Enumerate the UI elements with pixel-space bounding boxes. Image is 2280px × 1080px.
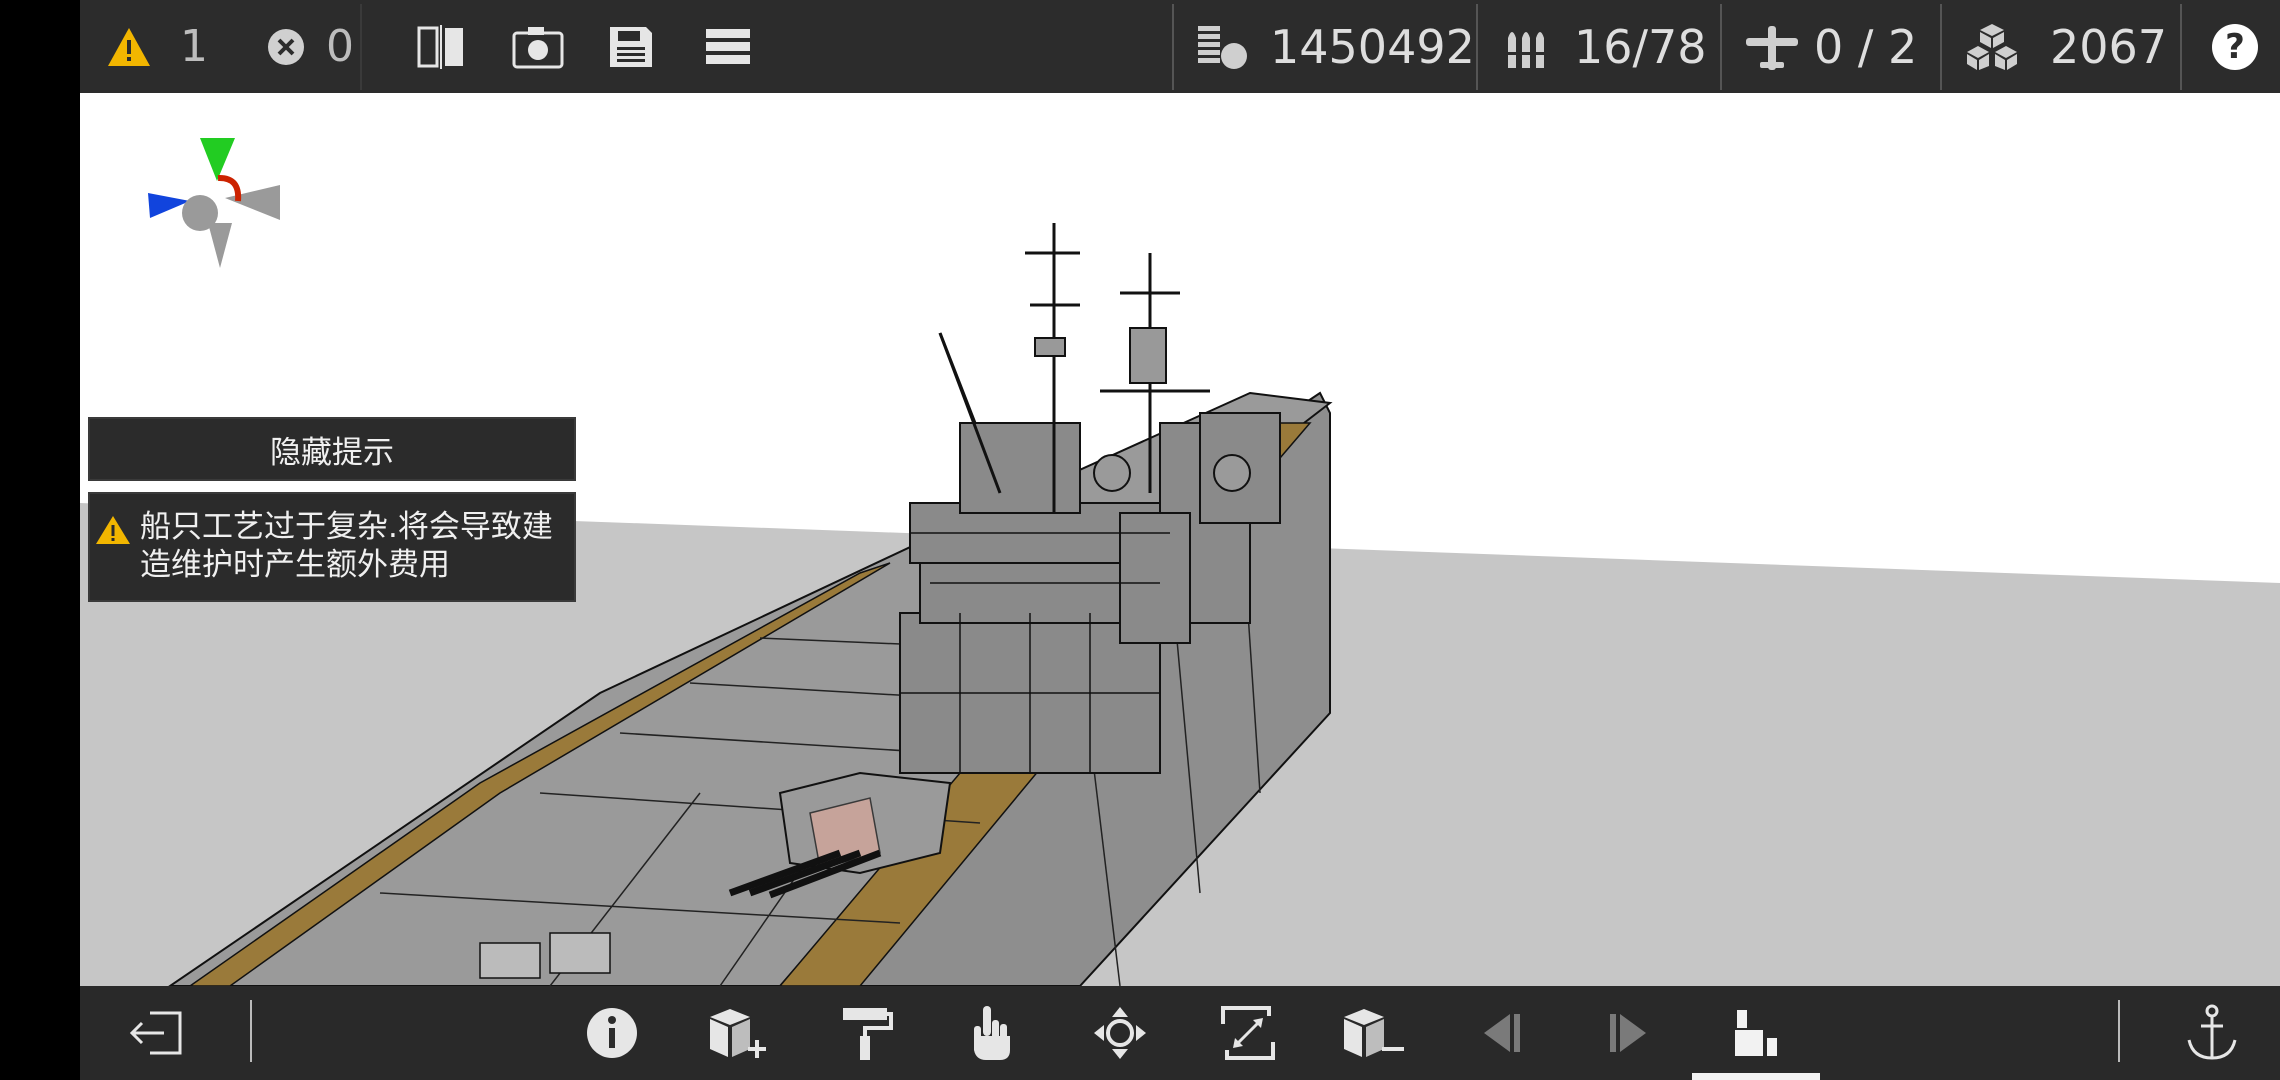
active-tool-indicator [1692, 1073, 1820, 1080]
help-button[interactable]: ? [2212, 0, 2258, 93]
save-icon [610, 26, 652, 67]
hint-message: 船只工艺过于复杂.将会导致建造维护时产生额外费用 [140, 509, 553, 583]
build-mode-icon [1735, 1010, 1777, 1056]
warning-icon [96, 516, 130, 544]
scale-icon [1221, 1006, 1275, 1060]
warning-count: 1 [180, 21, 208, 72]
ammo-stat[interactable]: 16/78 [1504, 0, 1707, 93]
aircraft-stat[interactable]: 0 / 2 [1744, 0, 1917, 93]
divider [250, 1000, 252, 1062]
camera-icon [512, 26, 564, 68]
top-toolbar: 1 0 1450492 16/78 0 / 2 2067 ? [80, 0, 2280, 93]
hand-select-icon [974, 1006, 1010, 1060]
redo-button[interactable] [1588, 986, 1668, 1080]
divider [2118, 1000, 2120, 1062]
orientation-gizmo[interactable] [148, 138, 280, 268]
move-icon [1094, 1007, 1146, 1059]
anchor-icon [2187, 1004, 2237, 1060]
redo-icon [1610, 1014, 1646, 1052]
bottom-toolbar [80, 986, 2280, 1080]
mirror-icon [417, 24, 463, 69]
add-part-button[interactable] [698, 986, 778, 1080]
hint-message-box: 船只工艺过于复杂.将会导致建造维护时产生额外费用 [88, 492, 576, 602]
move-button[interactable] [1080, 986, 1160, 1080]
divider [1476, 4, 1478, 90]
warning-counter[interactable]: 1 [106, 0, 208, 93]
aircraft-icon [1746, 25, 1798, 70]
error-icon [268, 28, 304, 65]
displacement-icon [1198, 25, 1247, 69]
divider [1940, 4, 1942, 90]
build-mode-button[interactable] [1692, 986, 1820, 1080]
remove-part-icon [1344, 1009, 1404, 1057]
select-button[interactable] [952, 986, 1032, 1080]
ammo-icon [1506, 31, 1548, 68]
parts-value: 2067 [2050, 19, 2168, 74]
error-count: 0 [326, 21, 354, 72]
aircraft-value: 0 / 2 [1814, 19, 1918, 74]
undo-button[interactable] [1462, 986, 1542, 1080]
screenshot-button[interactable] [512, 0, 564, 93]
info-icon [587, 1008, 637, 1058]
mast-platform [1129, 327, 1167, 384]
displacement-stat[interactable]: 1450492 [1196, 0, 1475, 93]
save-button[interactable] [608, 0, 654, 93]
error-counter[interactable]: 0 [266, 0, 354, 93]
anchor-button[interactable] [2172, 986, 2252, 1080]
divider [1720, 4, 1722, 90]
displacement-value: 1450492 [1270, 19, 1475, 74]
menu-icon [706, 28, 750, 64]
divider [1172, 4, 1174, 90]
warning-icon [108, 27, 150, 66]
mast-platform [1034, 337, 1066, 357]
mirror-button[interactable] [416, 0, 466, 93]
parts-icon [1967, 23, 2017, 70]
axis-neg-y-handle [208, 223, 232, 268]
divider [2180, 4, 2182, 90]
remove-part-button[interactable] [1334, 986, 1414, 1080]
axis-z-handle [225, 185, 280, 220]
hide-hint-button[interactable]: 隐藏提示 [88, 417, 576, 481]
scale-button[interactable] [1208, 986, 1288, 1080]
divider [360, 4, 362, 90]
ammo-value: 16/78 [1574, 19, 1707, 74]
paint-button[interactable] [826, 986, 906, 1080]
menu-button[interactable] [706, 0, 750, 93]
info-button[interactable] [572, 986, 652, 1080]
axis-y-handle [200, 138, 235, 181]
help-icon: ? [2212, 23, 2258, 70]
paint-roller-icon [843, 1008, 893, 1060]
exit-button[interactable] [118, 986, 194, 1080]
undo-icon [1484, 1014, 1520, 1052]
gizmo-center [182, 195, 218, 231]
add-part-icon [710, 1009, 766, 1058]
exit-icon [129, 1011, 182, 1055]
parts-stat[interactable]: 2067 [1964, 0, 2167, 93]
